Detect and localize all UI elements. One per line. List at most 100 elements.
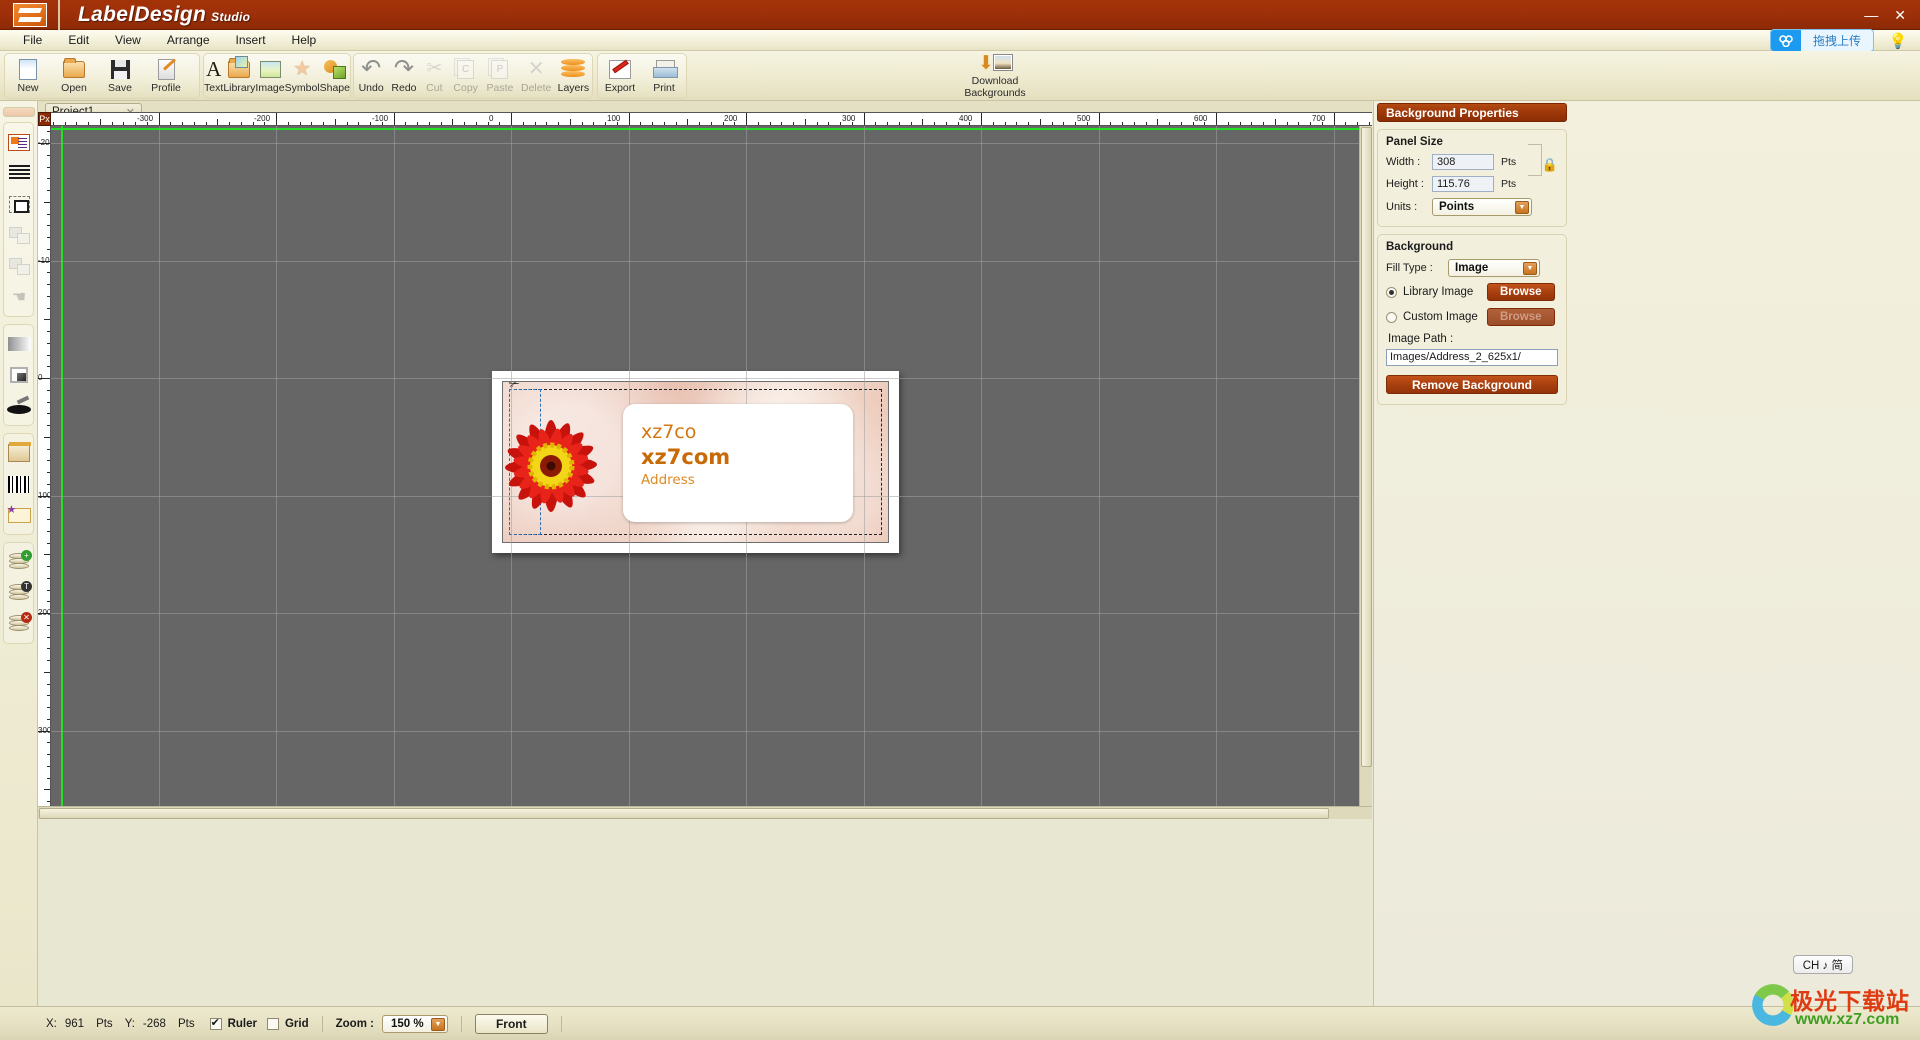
redo-button[interactable]: ↷ Redo <box>388 54 419 98</box>
ruler-tick <box>47 590 50 591</box>
shape-button[interactable]: Shape <box>320 54 350 98</box>
ruler-tick <box>47 637 50 638</box>
ruler-tick <box>47 390 50 391</box>
ruler-tick <box>112 122 113 125</box>
ruler-tick <box>394 112 395 125</box>
lightbulb-icon[interactable]: 💡 <box>1888 30 1908 52</box>
database-text-icon[interactable]: T <box>4 578 34 608</box>
download-backgrounds-label-line1: Download <box>964 76 1025 88</box>
ruler-tick <box>499 122 500 125</box>
title-divider <box>58 0 60 30</box>
symbol-button[interactable]: ★ Symbol <box>285 54 320 98</box>
ruler-label: 300 <box>842 114 855 123</box>
canvas-vertical-scrollbar[interactable] <box>1359 126 1372 806</box>
v-scroll-thumb[interactable] <box>1361 127 1372 767</box>
horizontal-ruler[interactable]: -300-200-1000100200300400500600700 <box>51 112 1372 126</box>
new-button[interactable]: New <box>5 54 51 98</box>
library-browse-button[interactable]: Browse <box>1487 283 1555 301</box>
database-add-icon[interactable]: + <box>4 547 34 577</box>
image-path-input[interactable]: Images/Address_2_625x1/ <box>1386 349 1558 366</box>
label-template-icon[interactable] <box>4 500 34 530</box>
ruler-tick <box>47 766 50 767</box>
ruler-tick <box>100 119 101 125</box>
layers-button[interactable]: Layers <box>555 54 592 98</box>
zoom-select[interactable]: 150 % ▼ <box>382 1015 448 1033</box>
profile-button[interactable]: Profile <box>143 54 189 98</box>
close-button[interactable]: ✕ <box>1894 8 1906 22</box>
x-coordinate-value: 961 <box>65 1018 84 1030</box>
delete-x-icon: ✕ <box>528 57 545 81</box>
height-input[interactable]: 115.76 <box>1432 176 1494 192</box>
database-remove-icon[interactable]: ✕ <box>4 609 34 639</box>
tool-group-select: ☚ <box>3 122 34 317</box>
ruler-tick <box>1181 122 1182 125</box>
canvas-grid-line <box>51 261 1372 262</box>
image-button[interactable]: Image <box>255 54 284 98</box>
group-objects-icon[interactable] <box>4 189 34 219</box>
ruler-tick <box>1345 122 1346 125</box>
ruler-tick <box>840 122 841 125</box>
gradient-fill-icon[interactable] <box>4 329 34 359</box>
menu-item-help[interactable]: Help <box>279 31 330 49</box>
cut-button-label: Cut <box>426 83 442 94</box>
ruler-tick <box>664 122 665 125</box>
bring-forward-icon <box>4 220 34 250</box>
shadow-fill-icon[interactable] <box>4 360 34 390</box>
ruler-tick <box>1063 122 1064 125</box>
menu-item-edit[interactable]: Edit <box>55 31 102 49</box>
save-button[interactable]: Save <box>97 54 143 98</box>
eyedropper-icon[interactable] <box>4 391 34 421</box>
tool-group-insert <box>3 433 34 535</box>
minimize-button[interactable]: — <box>1864 8 1878 22</box>
print-button[interactable]: Print <box>642 54 686 98</box>
new-button-label: New <box>17 83 38 94</box>
vertical-ruler[interactable]: -200-1000100200300 <box>38 126 51 806</box>
front-side-button[interactable]: Front <box>475 1014 548 1034</box>
export-button[interactable]: Export <box>598 54 642 98</box>
width-input[interactable]: 308 <box>1432 154 1494 170</box>
align-lines-icon[interactable] <box>4 158 34 188</box>
ruler-tick <box>300 122 301 125</box>
layers-button-label: Layers <box>558 83 590 94</box>
remove-background-button[interactable]: Remove Background <box>1386 375 1558 394</box>
ime-indicator[interactable]: CH ♪ 简 <box>1793 955 1853 974</box>
calendar-icon[interactable] <box>4 438 34 468</box>
canvas-horizontal-scrollbar[interactable] <box>38 806 1372 819</box>
status-divider-2 <box>461 1016 462 1032</box>
ruler-tick <box>476 122 477 125</box>
label-artboard[interactable]: ✂ <box>492 371 899 553</box>
fill-type-select[interactable]: Image ▼ <box>1448 259 1540 277</box>
design-canvas[interactable]: ✂ <box>51 126 1372 806</box>
menu-item-insert[interactable]: Insert <box>223 31 279 49</box>
open-button[interactable]: Open <box>51 54 97 98</box>
canvas-grid-line <box>1334 126 1335 806</box>
grid-checkbox[interactable] <box>267 1018 279 1030</box>
text-button[interactable]: A Text <box>204 54 223 98</box>
ruler-tick <box>1040 119 1041 125</box>
label-text-block[interactable]: xz7co xz7com Address <box>623 404 853 522</box>
ruler-checkbox[interactable] <box>210 1018 222 1030</box>
canvas-grid-line <box>276 126 277 806</box>
ruler-tick <box>828 122 829 125</box>
download-backgrounds-button[interactable]: ⬇ Download Backgrounds <box>930 53 1060 99</box>
menu-item-file[interactable]: File <box>10 31 55 49</box>
undo-button[interactable]: ↶ Undo <box>354 54 388 98</box>
lock-aspect-ratio-icon[interactable]: 🔒 <box>1542 157 1558 173</box>
barcode-icon[interactable] <box>4 469 34 499</box>
toolbar-group-file: New Open Save Profile <box>4 53 200 99</box>
ruler-tick <box>323 122 324 125</box>
ruler-tick <box>405 122 406 125</box>
library-image-radio[interactable] <box>1386 287 1397 298</box>
units-select[interactable]: Points ▼ <box>1432 198 1532 216</box>
drag-upload-button[interactable]: 拖拽上传 <box>1770 29 1874 52</box>
export-button-label: Export <box>605 83 635 94</box>
menu-item-view[interactable]: View <box>102 31 154 49</box>
ruler-tick <box>206 122 207 125</box>
library-button[interactable]: Library <box>223 54 255 98</box>
select-object-icon[interactable] <box>4 127 34 157</box>
ruler-unit-corner[interactable]: Px <box>38 112 51 126</box>
custom-image-radio[interactable] <box>1386 312 1397 323</box>
ruler-tick <box>864 112 865 125</box>
h-scroll-thumb[interactable] <box>39 808 1329 819</box>
menu-item-arrange[interactable]: Arrange <box>154 31 223 49</box>
